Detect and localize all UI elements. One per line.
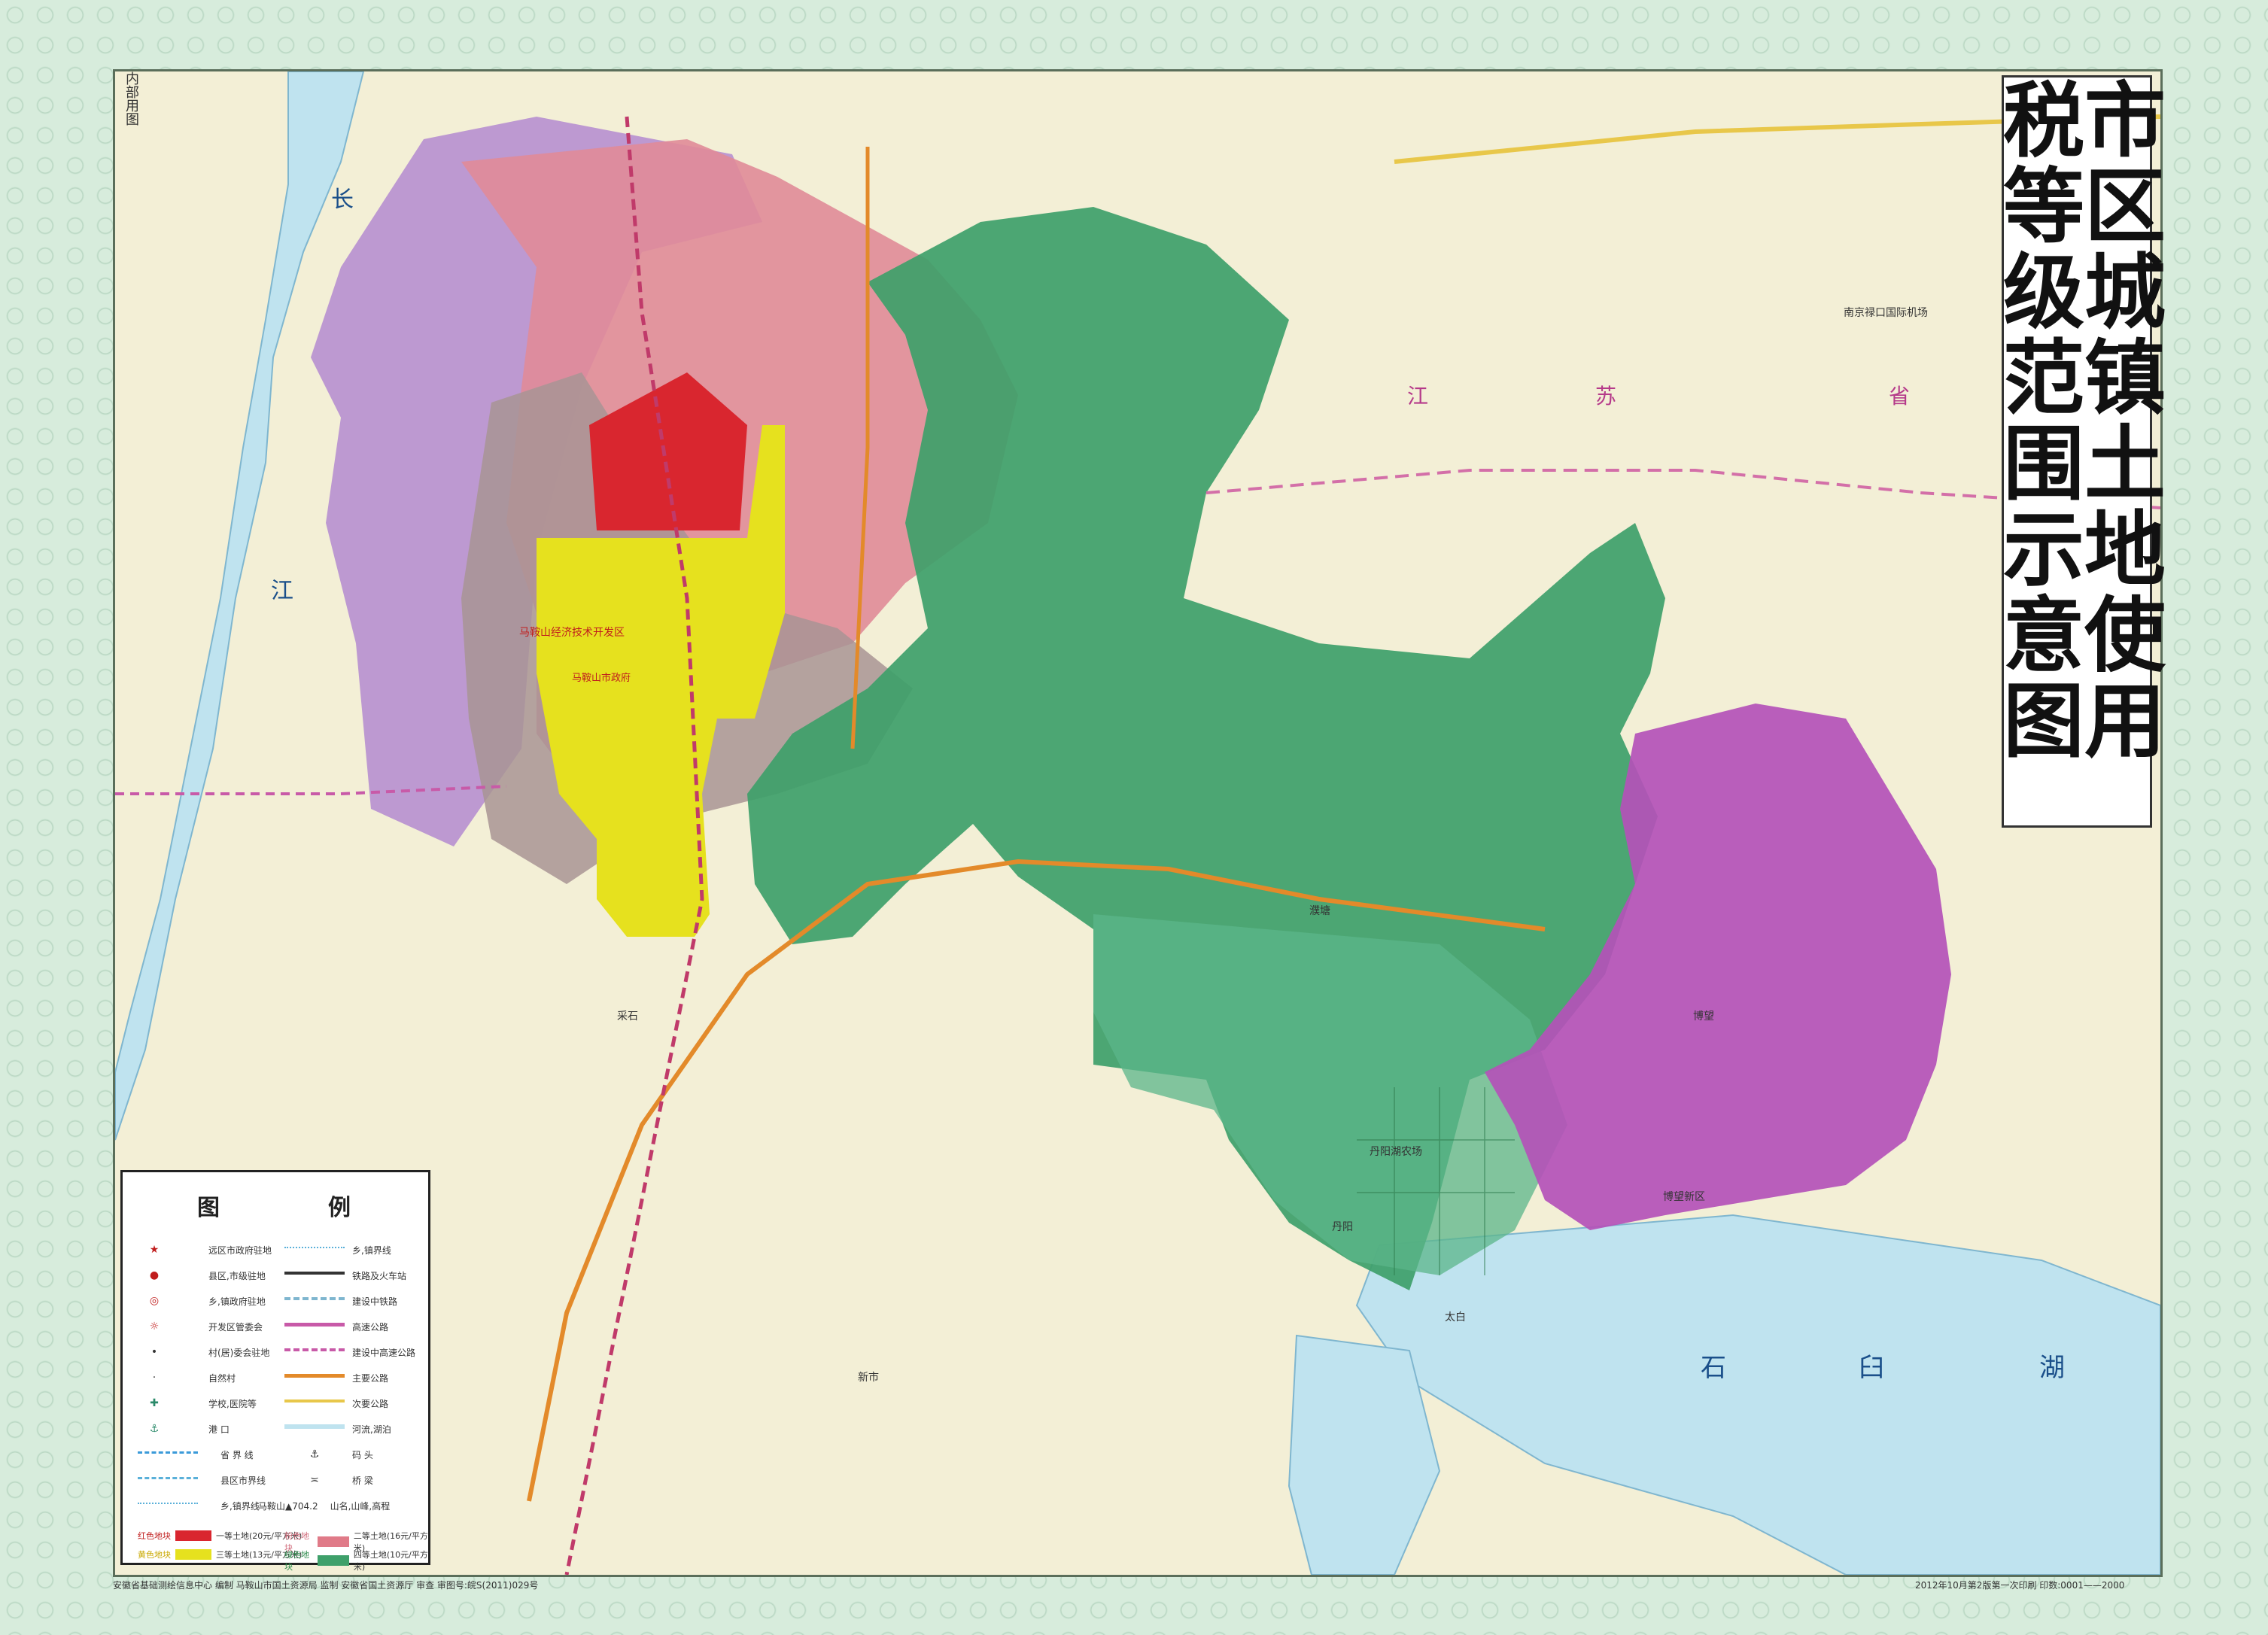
legend-item: 乡,镇界线 bbox=[138, 1494, 260, 1517]
anchor-icon: ⚓ bbox=[149, 1423, 160, 1435]
legend-title-left: 图 bbox=[197, 1195, 223, 1221]
place-airport: 南京禄口国际机场 bbox=[1844, 307, 1928, 319]
legend-item: ⚓ 港 口 bbox=[145, 1418, 230, 1440]
grade-item-3: 黄色地块 三等土地(13元/平方米) bbox=[138, 1549, 303, 1560]
place-econ-zone: 马鞍山经济技术开发区 bbox=[519, 627, 625, 639]
small-dot-icon: · bbox=[152, 1372, 157, 1384]
map-credits: 安徽省基础测绘信息中心 编制 马鞍山市国土资源局 监制 安徽省国土资源厅 审查 … bbox=[113, 1580, 539, 1591]
grade-item-1: 红色地块 一等土地(20元/平方米) bbox=[138, 1530, 303, 1541]
legend-item: ⚓ 码 头 bbox=[284, 1443, 373, 1466]
legend-item: ★ 远区市政府驻地 bbox=[145, 1238, 272, 1261]
legend-item: 高速公路 bbox=[284, 1315, 388, 1338]
place-taibai: 太白 bbox=[1445, 1311, 1466, 1323]
grade-item-4: 绿色地块 四等土地(10元/平方米) bbox=[284, 1550, 428, 1572]
grade3-swatch bbox=[175, 1549, 211, 1560]
place-danyanghu-farm: 丹阳湖农场 bbox=[1370, 1146, 1422, 1158]
lake-label-shi: 石 bbox=[1701, 1353, 1726, 1383]
legend-item: 省 界 线 bbox=[138, 1443, 254, 1466]
legend-item: · 自然村 bbox=[145, 1366, 236, 1389]
legend-item: ● 县区,市级驻地 bbox=[145, 1264, 266, 1287]
legend-item: 铁路及火车站 bbox=[284, 1264, 406, 1287]
legend-item: 建设中铁路 bbox=[284, 1290, 397, 1312]
grade1-swatch bbox=[175, 1530, 211, 1541]
legend-item: 建设中高速公路 bbox=[284, 1341, 415, 1363]
legend-item: 主要公路 bbox=[284, 1366, 388, 1389]
dot-icon: ● bbox=[149, 1269, 160, 1281]
legend-item: 马鞍山▲704.2 山名,山峰,高程 bbox=[258, 1500, 391, 1512]
road-icon bbox=[284, 1322, 345, 1331]
river-icon bbox=[284, 1424, 345, 1433]
map-edition: 2012年10月第2版第一次印刷 印数:0001——2000 bbox=[1915, 1580, 2125, 1591]
road-icon bbox=[284, 1399, 345, 1407]
legend-item: 河流,湖泊 bbox=[284, 1418, 391, 1440]
lake-label-hu: 湖 bbox=[2039, 1353, 2065, 1383]
legend-item: 次要公路 bbox=[284, 1392, 388, 1415]
legend-item: • 村(居)委会驻地 bbox=[145, 1341, 270, 1363]
legend-item: ◎ 乡,镇政府驻地 bbox=[145, 1290, 266, 1312]
river-label-jiang: 江 bbox=[271, 578, 293, 604]
place-xinshi: 新市 bbox=[858, 1372, 879, 1384]
place-putang: 濮塘 bbox=[1309, 905, 1330, 917]
legend-panel: 图 例 ★ 远区市政府驻地 ● 县区,市级驻地 ◎ 乡,镇政府驻地 ☼ 开发区管委会 •… bbox=[120, 1170, 430, 1572]
place-bowang-new: 博望新区 bbox=[1663, 1191, 1705, 1203]
school-icon: ✚ bbox=[150, 1397, 159, 1409]
place-caishi: 采石 bbox=[617, 1010, 638, 1023]
rail-icon bbox=[284, 1272, 345, 1279]
yangtze-river bbox=[115, 71, 365, 1141]
line-icon bbox=[138, 1503, 198, 1509]
place-danyang: 丹阳 bbox=[1332, 1221, 1353, 1233]
legend-title-right: 例 bbox=[328, 1195, 354, 1221]
rail-icon bbox=[284, 1297, 345, 1305]
province-label-sheng: 省 bbox=[1889, 384, 1911, 409]
line-icon bbox=[284, 1247, 345, 1253]
ring-icon: ☼ bbox=[149, 1320, 160, 1333]
star-icon: ★ bbox=[149, 1244, 160, 1256]
legend-item: ✚ 学校,医院等 bbox=[145, 1392, 257, 1415]
province-label-jiang: 江 bbox=[1407, 384, 1429, 409]
grade2-swatch bbox=[318, 1536, 349, 1547]
place-city-hall: 马鞍山市政府 bbox=[572, 673, 631, 684]
peak-sample: 马鞍山▲704.2 bbox=[258, 1500, 318, 1512]
line-icon bbox=[138, 1476, 198, 1484]
dock-icon: ⚓ bbox=[309, 1448, 320, 1460]
grade4-swatch bbox=[318, 1555, 349, 1566]
dot-icon: • bbox=[150, 1346, 158, 1358]
lake-label-jiu: 臼 bbox=[1859, 1353, 1884, 1383]
legend-item: 乡,镇界线 bbox=[284, 1238, 391, 1261]
river-label-chang: 长 bbox=[331, 187, 354, 213]
legend-heading: 图 例 bbox=[123, 1189, 428, 1222]
title-panel: 市区城镇土地使用税等级范围示意图 bbox=[1990, 75, 2165, 828]
road-icon bbox=[284, 1373, 345, 1382]
place-bowang: 博望 bbox=[1693, 1010, 1714, 1023]
legend-item: ☼ 开发区管委会 bbox=[145, 1315, 263, 1338]
shijiu-lake bbox=[1355, 1214, 2160, 1575]
legend-item: ≍ 桥 梁 bbox=[284, 1469, 373, 1491]
line-icon bbox=[138, 1451, 198, 1458]
legend-item: 县区市界线 bbox=[138, 1469, 266, 1491]
internal-use-tag: 内部用图 bbox=[123, 71, 139, 126]
bridge-icon: ≍ bbox=[310, 1474, 319, 1486]
circle-icon: ◎ bbox=[149, 1295, 160, 1307]
road-icon bbox=[284, 1348, 345, 1356]
map-title: 市区城镇土地使用税等级范围示意图 bbox=[1990, 77, 2165, 764]
province-label-su: 苏 bbox=[1595, 384, 1617, 409]
